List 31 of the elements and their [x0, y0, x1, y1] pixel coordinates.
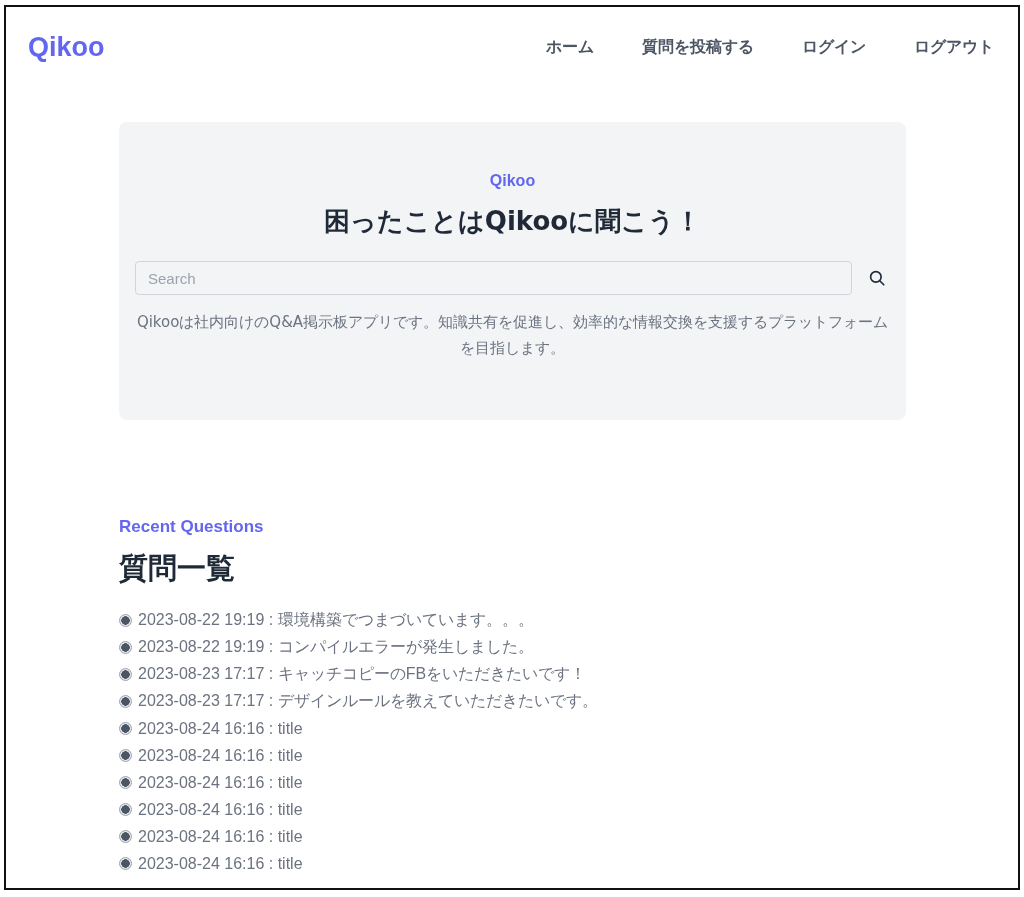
question-link[interactable]: 2023-08-24 16:16 : title — [138, 827, 303, 846]
question-link[interactable]: 2023-08-24 16:16 : title — [138, 719, 303, 738]
bullet-icon — [119, 641, 132, 654]
question-link[interactable]: 2023-08-24 16:16 : title — [138, 800, 303, 819]
bullet-icon — [119, 830, 132, 843]
bullet-icon — [119, 722, 132, 735]
hero-eyebrow: Qikoo — [489, 172, 536, 190]
question-link[interactable]: 2023-08-23 17:17 : デザインルールを教えていただきたいです。 — [138, 691, 598, 712]
search-field[interactable]: Search — [135, 261, 852, 295]
nav-link[interactable]: ログアウト — [914, 36, 994, 58]
bullet-icon — [119, 668, 132, 681]
hero-title: 困ったことはQikooに聞こう！ — [323, 205, 702, 238]
nav-link[interactable]: ホーム — [546, 36, 594, 58]
bullet-icon — [119, 776, 132, 789]
question-link[interactable]: 2023-08-24 16:16 : title — [138, 746, 303, 765]
nav-link[interactable]: ログイン — [802, 36, 866, 58]
bullet-icon — [119, 857, 132, 870]
section-eyebrow: Recent Questions — [119, 517, 265, 537]
question-link[interactable]: 2023-08-23 17:17 : キャッチコピーのFBをいただきたいです！ — [138, 664, 587, 685]
bullet-icon — [119, 695, 132, 708]
bullet-icon — [119, 614, 132, 627]
question-link[interactable]: 2023-08-22 19:19 : 環境構築でつまづいています。。。 — [138, 610, 534, 631]
hero-description: Qikooは社内向けのQ&A掲示板アプリです。知識共有を促進し、効率的な情報交換を支援するプラットフォームを目指します。 — [135, 312, 890, 359]
bullet-icon — [119, 803, 132, 816]
question-link[interactable]: 2023-08-22 19:19 : コンパイルエラーが発生しました。 — [138, 637, 534, 658]
question-link[interactable]: 2023-08-24 16:16 : title — [138, 854, 303, 873]
section-title: 質問一覧 — [119, 550, 236, 587]
logo[interactable]: Qikoo — [28, 31, 105, 63]
bullet-icon — [119, 749, 132, 762]
nav-link[interactable]: 質問を投稿する — [642, 36, 754, 58]
question-link[interactable]: 2023-08-24 16:16 : title — [138, 773, 303, 792]
